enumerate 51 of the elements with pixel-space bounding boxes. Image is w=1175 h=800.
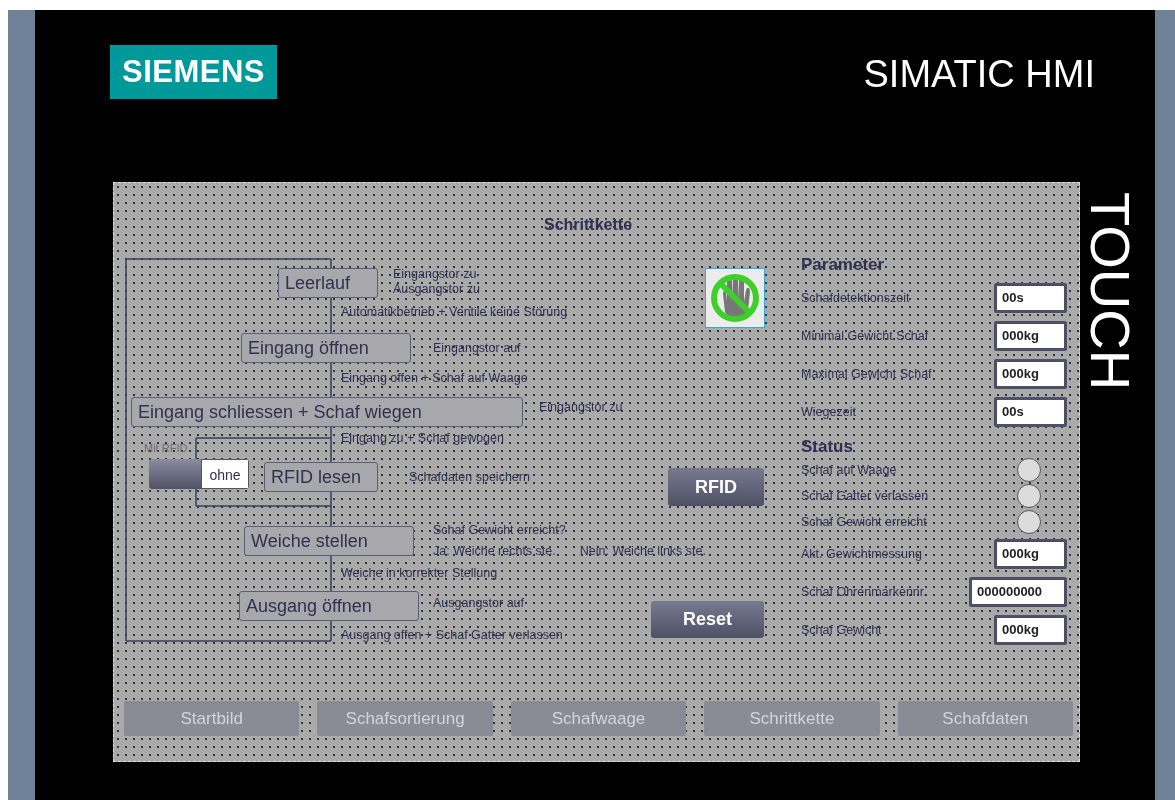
value-field[interactable]: 000kg xyxy=(994,321,1067,351)
connector-line xyxy=(330,555,332,592)
value-field[interactable]: 00s xyxy=(994,397,1067,427)
status-label: Schaf auf Waage xyxy=(801,463,897,477)
field-label: Schaf Ohrenmarkennr. xyxy=(801,585,927,599)
action-text: Schafdaten speichern xyxy=(409,470,530,485)
transition-text: Automatikbetrieb + Ventile keine Störung xyxy=(341,305,568,320)
action-text: Eingangstor auf xyxy=(433,341,521,356)
product-name: SIMATIC HMI xyxy=(863,52,1095,96)
action-text: Ausgangstor auf xyxy=(433,596,525,611)
action-text: Eingangstor zu xyxy=(393,267,477,282)
step-box: RFID lesen xyxy=(264,462,378,492)
reset-button[interactable]: Reset xyxy=(651,601,764,638)
step-box: Leerlauf xyxy=(278,268,378,298)
transition-text: Weiche in korrekter Stellung xyxy=(341,566,498,581)
value-field[interactable]: 000kg xyxy=(994,539,1067,569)
field-label: Schafdetektionszeit xyxy=(801,291,910,305)
transition-text: Ausgang offen + Schaf Gatter verlassen xyxy=(341,628,563,643)
icon-button[interactable] xyxy=(705,268,765,328)
value-field[interactable]: 00s xyxy=(994,283,1067,313)
section-heading: Status xyxy=(801,437,854,457)
field-label: Wiegezeit xyxy=(801,405,856,419)
connector-line xyxy=(330,362,332,398)
connector-line xyxy=(330,297,332,334)
value-field[interactable]: 000000000 xyxy=(969,577,1067,607)
action-text: Eingangstor zu xyxy=(539,400,623,415)
rfid-button[interactable]: RFID xyxy=(668,468,764,506)
step-box: Ausgang öffnen xyxy=(239,591,419,621)
action-text: Ausgangstor zu xyxy=(393,282,480,297)
step-box: Eingang öffnen xyxy=(241,333,411,363)
brand-logo: SIEMENS xyxy=(110,45,278,99)
status-label: Schaf Gatter verlassen xyxy=(801,489,929,503)
step-box: Eingang schliessen + Schaf wiegen xyxy=(131,397,523,427)
transition-text: Eingang zu + Schaf gewogen xyxy=(341,431,504,446)
step-box: Weiche stellen xyxy=(244,526,414,556)
action-text: Schaf Gewicht erreicht? xyxy=(433,523,566,538)
transition-text: Eingang offen + Schaf auf Waage xyxy=(341,371,528,386)
status-label: Schaf Gewicht erreicht xyxy=(801,515,927,529)
switch-label: Mit RFID xyxy=(144,442,188,454)
value-field[interactable]: 000kg xyxy=(994,359,1067,389)
value-field[interactable]: 000kg xyxy=(994,615,1067,645)
field-label: Akt. Gewichtmessung xyxy=(801,547,922,561)
action-text: Nein: Weiche links ste. xyxy=(579,544,706,559)
screen-title: Schrittkette xyxy=(544,216,633,234)
no-hand-icon xyxy=(709,272,761,324)
section-heading: Parameter xyxy=(801,255,886,275)
field-label: Maximal Gewicht Schaf xyxy=(801,367,932,381)
action-text: Ja: Weiche rechts ste. xyxy=(433,544,556,559)
field-label: Schaf Gewicht xyxy=(801,623,882,637)
field-label: Minimal Gewicht Schaf xyxy=(801,329,929,343)
touch-label: TOUCH xyxy=(1080,191,1138,391)
